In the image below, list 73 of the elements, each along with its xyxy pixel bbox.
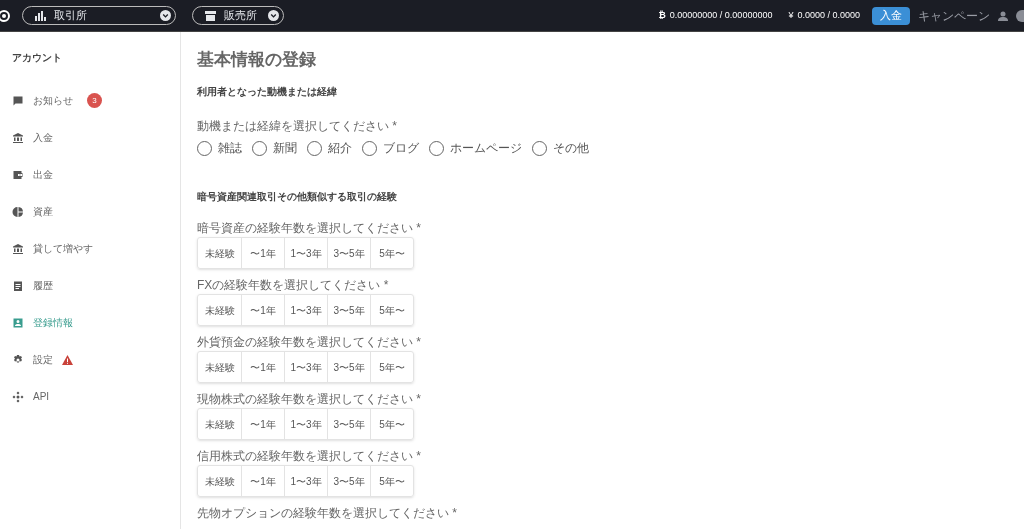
segment-button[interactable]: 3〜5年 <box>327 409 370 439</box>
diamond-dots-icon <box>12 390 24 403</box>
bank-icon <box>12 131 24 144</box>
jpy-symbol: ¥ <box>788 8 794 22</box>
field-label: 外貨預金の経験年数を選択してください * <box>197 335 422 349</box>
globe-icon[interactable] <box>1016 9 1024 22</box>
radio-option[interactable]: ホームページ <box>429 139 522 157</box>
wallet-icon <box>12 168 24 181</box>
field-label: 先物オプションの経験年数を選択してください * <box>197 506 458 520</box>
radio-option[interactable]: 雑誌 <box>197 139 242 157</box>
pie-icon <box>12 205 24 218</box>
settings-icon <box>12 353 24 366</box>
sidebar-item[interactable]: 設定 <box>0 341 180 378</box>
segment-button[interactable]: 〜1年 <box>241 295 284 325</box>
message-icon <box>12 94 24 107</box>
sidebar-item[interactable]: 入金 <box>0 119 180 156</box>
sidebar-item[interactable]: API <box>0 378 180 415</box>
segment-button[interactable]: 3〜5年 <box>327 295 370 325</box>
segment-button[interactable]: 未経験 <box>198 409 241 439</box>
radio-option[interactable]: 新聞 <box>252 139 297 157</box>
campaign-link[interactable]: キャンペーン <box>918 6 990 25</box>
segment-button[interactable]: 〜1年 <box>241 352 284 382</box>
page-title: 基本情報の登録 <box>197 50 317 70</box>
segment-button[interactable]: 3〜5年 <box>327 238 370 268</box>
sidebar-item[interactable]: 履歴 <box>0 267 180 304</box>
radio-option[interactable]: ブログ <box>362 139 419 157</box>
segment-button[interactable]: 1〜3年 <box>284 352 327 382</box>
sidebar-item[interactable]: 出金 <box>0 156 180 193</box>
sidebar-item[interactable]: お知らせ 3 <box>0 82 180 119</box>
segment-button[interactable]: 1〜3年 <box>284 238 327 268</box>
chevron-down-icon <box>160 10 171 21</box>
segment-button[interactable]: 3〜5年 <box>327 352 370 382</box>
clipboard-icon <box>12 279 24 292</box>
section-heading: 暗号資産関連取引その他類似する取引の経験 <box>197 190 398 204</box>
bar-chart-icon <box>35 10 46 21</box>
store-icon <box>205 10 216 21</box>
segment-button[interactable]: 5年〜 <box>370 238 413 268</box>
field-label: 動機または経緯を選択してください * <box>197 118 398 135</box>
jpy-balance: 0.0000 / 0.0000 <box>797 8 860 22</box>
sidebar-heading: アカウント <box>11 51 63 65</box>
segment-button[interactable]: 未経験 <box>198 238 241 268</box>
radio-option[interactable]: 紹介 <box>307 139 352 157</box>
segment-button[interactable]: 未経験 <box>198 352 241 382</box>
user-icon[interactable] <box>998 10 1008 21</box>
notification-badge: 3 <box>87 93 102 108</box>
bank-icon <box>12 242 24 255</box>
segment-button[interactable]: 1〜3年 <box>284 409 327 439</box>
sidebar-item[interactable]: 登録情報 <box>0 304 180 341</box>
sidebar-item[interactable]: 貸して増やす <box>0 230 180 267</box>
segment-button[interactable]: 5年〜 <box>370 295 413 325</box>
segment-button[interactable]: 3〜5年 <box>327 466 370 496</box>
segment-button[interactable]: 5年〜 <box>370 466 413 496</box>
field-label: 信用株式の経験年数を選択してください * <box>197 449 422 463</box>
segment-button[interactable]: 〜1年 <box>241 238 284 268</box>
btc-symbol: ₿ <box>658 8 666 22</box>
field-label: FXの経験年数を選択してください * <box>197 278 390 292</box>
segment-button[interactable]: 未経験 <box>198 466 241 496</box>
btc-balance: 0.00000000 / 0.00000000 <box>669 8 773 22</box>
segment-button[interactable]: 1〜3年 <box>284 466 327 496</box>
segment-button[interactable]: 未経験 <box>198 295 241 325</box>
sidebar-item[interactable]: 資産 <box>0 193 180 230</box>
field-label: 暗号資産の経験年数を選択してください * <box>197 221 422 235</box>
segment-button[interactable]: 〜1年 <box>241 409 284 439</box>
radio-option[interactable]: その他 <box>532 139 589 157</box>
segment-button[interactable]: 5年〜 <box>370 409 413 439</box>
logo-icon <box>0 9 10 22</box>
section-heading: 利用者となった動機または経緯 <box>197 85 338 99</box>
field-label: 現物株式の経験年数を選択してください * <box>197 392 422 406</box>
segment-button[interactable]: 〜1年 <box>241 466 284 496</box>
chevron-down-icon <box>268 10 279 21</box>
segment-button[interactable]: 5年〜 <box>370 352 413 382</box>
contact-icon <box>12 316 24 329</box>
segment-button[interactable]: 1〜3年 <box>284 295 327 325</box>
